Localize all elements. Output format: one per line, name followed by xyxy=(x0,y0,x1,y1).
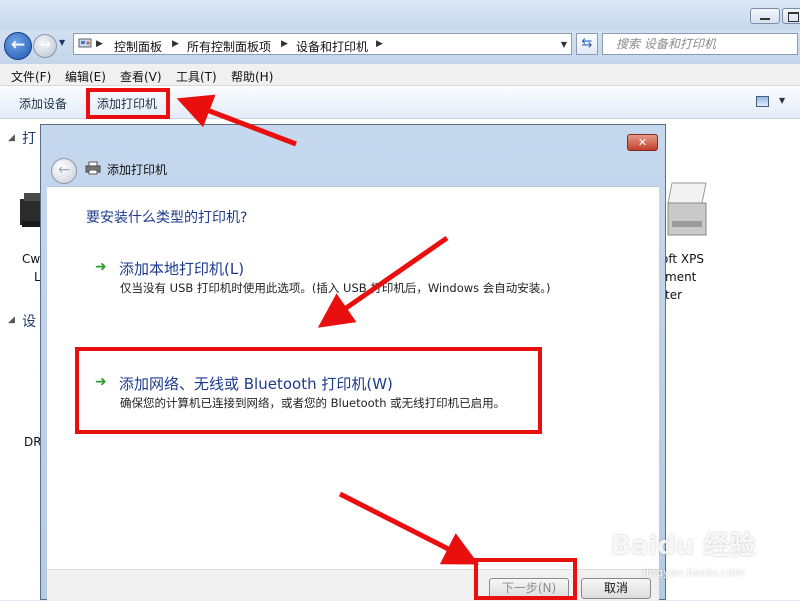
printer-label: ment xyxy=(665,270,697,284)
option-title[interactable]: 添加本地打印机(L) xyxy=(119,258,244,279)
back-button[interactable]: ← xyxy=(4,32,32,60)
minimize-icon xyxy=(760,18,770,20)
printer-label: Cw xyxy=(22,252,41,266)
devices-group-header[interactable]: 设 xyxy=(22,311,36,331)
option-description: 仅当没有 USB 打印机时使用此选项。(插入 USB 打印机后，Windows … xyxy=(120,281,551,295)
refresh-icon: ⇆ xyxy=(581,36,593,51)
annotation-highlight-add-printer xyxy=(86,88,170,119)
address-history-dropdown[interactable]: ▼ xyxy=(561,40,567,49)
baidu-watermark: Baidu 经验 xyxy=(611,531,756,561)
breadcrumb-separator: ▶ xyxy=(376,39,383,49)
baidu-watermark-url: jingyan.baidu.com xyxy=(643,566,745,579)
menu-edit[interactable]: 编辑(E) xyxy=(65,68,106,85)
collapse-arrow-icon[interactable]: ◢ xyxy=(8,133,15,143)
search-input[interactable]: 搜索 设备和打印机 xyxy=(602,33,798,55)
breadcrumb-separator: ▶ xyxy=(281,39,288,49)
minimize-button[interactable] xyxy=(750,8,780,24)
device-label: DR xyxy=(24,435,42,449)
back-arrow-icon: ← xyxy=(58,162,70,178)
green-arrow-icon: ➜ xyxy=(95,259,107,275)
forward-arrow-icon: → xyxy=(39,37,51,53)
menu-help[interactable]: 帮助(H) xyxy=(231,68,273,85)
printer-label: ter xyxy=(665,288,683,302)
dialog-back-button[interactable]: ← xyxy=(51,158,77,184)
breadcrumb-control-panel[interactable]: 控制面板 xyxy=(114,38,162,55)
view-options-dropdown[interactable]: ▼ xyxy=(779,96,785,105)
maximize-button[interactable] xyxy=(782,8,800,24)
breadcrumb-separator: ▶ xyxy=(96,39,103,49)
breadcrumb-devices-printers[interactable]: 设备和打印机 xyxy=(296,38,368,55)
dialog-question: 要安装什么类型的打印机? xyxy=(86,210,248,226)
recent-pages-dropdown[interactable]: ▼ xyxy=(59,38,65,47)
annotation-highlight-network-option xyxy=(75,347,542,434)
explorer-titlebar xyxy=(0,0,800,30)
printer-icon[interactable] xyxy=(666,181,710,251)
menu-file[interactable]: 文件(F) xyxy=(11,68,51,85)
close-button[interactable]: ✕ xyxy=(627,134,658,151)
collapse-arrow-icon[interactable]: ◢ xyxy=(8,315,15,325)
cancel-button[interactable]: 取消 xyxy=(581,578,651,599)
menu-tools[interactable]: 工具(T) xyxy=(176,68,217,85)
view-options-icon[interactable] xyxy=(756,96,769,107)
close-icon: ✕ xyxy=(637,136,648,149)
control-panel-icon xyxy=(78,38,92,48)
add-device-button[interactable]: 添加设备 xyxy=(19,95,67,112)
address-row: ← → ▼ ▶ 控制面板 ▶ 所有控制面板项 ▶ 设备和打印机 ▶ ▼ ⇆ 搜索… xyxy=(0,30,800,64)
annotation-highlight-next xyxy=(474,558,577,600)
menu-view[interactable]: 查看(V) xyxy=(120,68,162,85)
breadcrumb-separator: ▶ xyxy=(172,39,179,49)
maximize-icon xyxy=(788,12,799,22)
printer-icon xyxy=(85,161,101,175)
back-arrow-icon: ← xyxy=(10,35,26,55)
printer-label: oft XPS xyxy=(661,252,704,266)
forward-button[interactable]: → xyxy=(33,34,57,58)
breadcrumb-all-items[interactable]: 所有控制面板项 xyxy=(187,38,271,55)
dialog-title: 添加打印机 xyxy=(107,163,168,177)
refresh-button[interactable]: ⇆ xyxy=(576,33,598,55)
address-bar[interactable]: ▶ 控制面板 ▶ 所有控制面板项 ▶ 设备和打印机 ▶ ▼ xyxy=(73,33,572,55)
printers-group-header[interactable]: 打 xyxy=(22,128,36,148)
menu-bar: 文件(F) 编辑(E) 查看(V) 工具(T) 帮助(H) xyxy=(0,64,800,86)
